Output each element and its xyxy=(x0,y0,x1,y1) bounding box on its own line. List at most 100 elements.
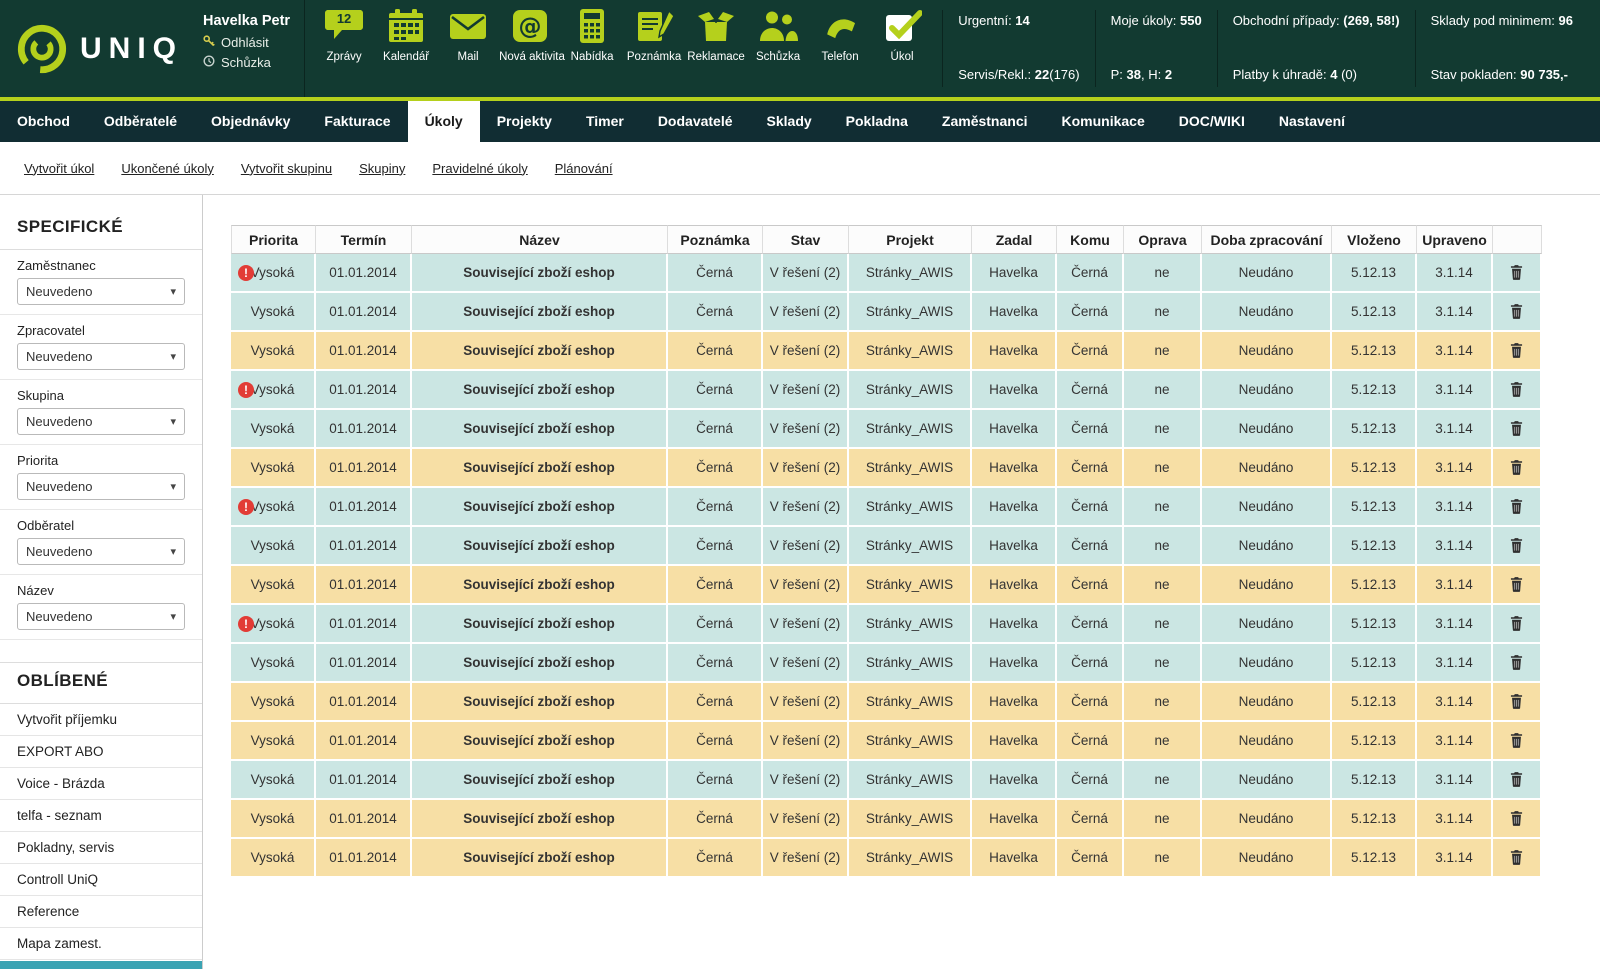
tab-odberatele[interactable]: Odběratelé xyxy=(87,101,194,142)
column-header-actions[interactable] xyxy=(1493,225,1542,254)
sidebar-partial-item[interactable] xyxy=(0,961,202,969)
subnav-link-ukoncene-ukoly[interactable]: Ukončené úkoly xyxy=(121,161,214,176)
toolbar-item-ukol[interactable]: Úkol xyxy=(871,9,933,63)
delete-row-button[interactable] xyxy=(1506,575,1527,594)
tab-ukoly[interactable]: Úkoly xyxy=(408,101,480,142)
table-row[interactable]: Vysoká01.01.2014Související zboží eshopČ… xyxy=(231,410,1542,449)
toolbar-item-telefon[interactable]: Telefon xyxy=(809,9,871,63)
table-row[interactable]: Vysoká01.01.2014Související zboží eshopČ… xyxy=(231,644,1542,683)
delete-row-button[interactable] xyxy=(1506,341,1527,360)
toolbar-item-schuzka[interactable]: Schůzka xyxy=(747,9,809,63)
delete-row-button[interactable] xyxy=(1506,653,1527,672)
filter-select-skupina[interactable]: Neuvedeno▾ xyxy=(17,408,185,435)
delete-row-button[interactable] xyxy=(1506,692,1527,711)
filter-select-nazev[interactable]: Neuvedeno▾ xyxy=(17,603,185,630)
tab-objednavky[interactable]: Objednávky xyxy=(194,101,307,142)
table-row[interactable]: Vysoká01.01.2014Související zboží eshopČ… xyxy=(231,293,1542,332)
column-header-doba[interactable]: Doba zpracování xyxy=(1202,225,1332,254)
column-header-komu[interactable]: Komu xyxy=(1057,225,1124,254)
tab-nastaveni[interactable]: Nastavení xyxy=(1262,101,1362,142)
sidebar-favorites: Vytvořit příjemkuEXPORT ABOVoice - Brázd… xyxy=(0,703,202,960)
delete-row-button[interactable] xyxy=(1506,263,1527,282)
table-row[interactable]: Vysoká01.01.2014Související zboží eshopČ… xyxy=(231,800,1542,839)
column-header-stav[interactable]: Stav xyxy=(763,225,849,254)
favorite-item-pokladny-servis[interactable]: Pokladny, servis xyxy=(0,832,202,864)
toolbar-item-nabidka[interactable]: Nabídka xyxy=(561,9,623,63)
delete-row-button[interactable] xyxy=(1506,809,1527,828)
app-logo[interactable]: UNIQ xyxy=(0,0,199,97)
delete-row-button[interactable] xyxy=(1506,614,1527,633)
favorite-item-voice-brazda[interactable]: Voice - Brázda xyxy=(0,768,202,800)
favorite-item-controll-uniq[interactable]: Controll UniQ xyxy=(0,864,202,896)
filter-select-odberatel[interactable]: Neuvedeno▾ xyxy=(17,538,185,565)
favorite-item-vytvorit-prijemku[interactable]: Vytvořit příjemku xyxy=(0,704,202,736)
delete-row-button[interactable] xyxy=(1506,731,1527,750)
table-row[interactable]: Vysoká01.01.2014Související zboží eshopČ… xyxy=(231,722,1542,761)
tab-projekty[interactable]: Projekty xyxy=(480,101,569,142)
subnav-link-pravidelne-ukoly[interactable]: Pravidelné úkoly xyxy=(432,161,527,176)
table-row[interactable]: Vysoká01.01.2014Související zboží eshopČ… xyxy=(231,683,1542,722)
delete-row-button[interactable] xyxy=(1506,536,1527,555)
filter-select-zpracovatel[interactable]: Neuvedeno▾ xyxy=(17,343,185,370)
logout-link[interactable]: Odhlásit xyxy=(203,35,290,50)
tab-timer[interactable]: Timer xyxy=(569,101,641,142)
toolbar-item-reklamace[interactable]: Reklamace xyxy=(685,9,747,63)
delete-row-button[interactable] xyxy=(1506,848,1527,867)
toolbar-item-poznamka[interactable]: Poznámka xyxy=(623,9,685,63)
tab-pokladna[interactable]: Pokladna xyxy=(829,101,925,142)
toolbar-item-nova-aktivita[interactable]: @Nová aktivita xyxy=(499,9,561,63)
subnav-link-vytvorit-skupinu[interactable]: Vytvořit skupinu xyxy=(241,161,332,176)
table-row[interactable]: !Vysoká01.01.2014Související zboží eshop… xyxy=(231,371,1542,410)
toolbar-item-kalendar[interactable]: Kalendář xyxy=(375,9,437,63)
column-header-upraveno[interactable]: Upraveno xyxy=(1417,225,1493,254)
delete-row-button[interactable] xyxy=(1506,497,1527,516)
filter-select-zamestnanec[interactable]: Neuvedeno▾ xyxy=(17,278,185,305)
table-row[interactable]: !Vysoká01.01.2014Související zboží eshop… xyxy=(231,605,1542,644)
table-row[interactable]: Vysoká01.01.2014Související zboží eshopČ… xyxy=(231,761,1542,800)
table-row[interactable]: Vysoká01.01.2014Související zboží eshopČ… xyxy=(231,527,1542,566)
cell-poznamka: Černá xyxy=(668,566,763,605)
table-row[interactable]: !Vysoká01.01.2014Související zboží eshop… xyxy=(231,488,1542,527)
table-row[interactable]: Vysoká01.01.2014Související zboží eshopČ… xyxy=(231,449,1542,488)
subnav-link-vytvorit-ukol[interactable]: Vytvořit úkol xyxy=(24,161,94,176)
table-row[interactable]: Vysoká01.01.2014Související zboží eshopČ… xyxy=(231,566,1542,605)
favorite-item-export-abo[interactable]: EXPORT ABO xyxy=(0,736,202,768)
column-header-termin[interactable]: Termín xyxy=(316,225,412,254)
trash-icon xyxy=(1510,541,1523,556)
column-header-priorita[interactable]: Priorita xyxy=(231,225,316,254)
tab-sklady[interactable]: Sklady xyxy=(750,101,829,142)
column-header-poznamka[interactable]: Poznámka xyxy=(668,225,763,254)
subnav-link-planovani[interactable]: Plánování xyxy=(555,161,613,176)
tab-zamestnanci[interactable]: Zaměstnanci xyxy=(925,101,1045,142)
column-header-nazev[interactable]: Název xyxy=(412,225,668,254)
tab-dodavatele[interactable]: Dodavatelé xyxy=(641,101,750,142)
table-row[interactable]: Vysoká01.01.2014Související zboží eshopČ… xyxy=(231,332,1542,371)
tab-komunikace[interactable]: Komunikace xyxy=(1045,101,1162,142)
subnav-link-skupiny[interactable]: Skupiny xyxy=(359,161,405,176)
cell-stav: V řešení (2) xyxy=(763,644,849,683)
delete-row-button[interactable] xyxy=(1506,458,1527,477)
favorite-item-telfa-seznam[interactable]: telfa - seznam xyxy=(0,800,202,832)
column-header-oprava[interactable]: Oprava xyxy=(1124,225,1202,254)
delete-row-button[interactable] xyxy=(1506,380,1527,399)
delete-row-button[interactable] xyxy=(1506,419,1527,438)
cell-stav: V řešení (2) xyxy=(763,722,849,761)
table-row[interactable]: Vysoká01.01.2014Související zboží eshopČ… xyxy=(231,839,1542,878)
delete-row-button[interactable] xyxy=(1506,770,1527,789)
toolbar-item-zpravy[interactable]: 12Zprávy xyxy=(313,9,375,63)
favorite-item-reference[interactable]: Reference xyxy=(0,896,202,928)
filter-select-priorita[interactable]: Neuvedeno▾ xyxy=(17,473,185,500)
tab-doc-wiki[interactable]: DOC/WIKI xyxy=(1162,101,1262,142)
tab-fakturace[interactable]: Fakturace xyxy=(307,101,407,142)
delete-row-button[interactable] xyxy=(1506,302,1527,321)
column-header-zadal[interactable]: Zadal xyxy=(972,225,1057,254)
favorite-item-mapa-zamest[interactable]: Mapa zamest. xyxy=(0,928,202,960)
tab-obchod[interactable]: Obchod xyxy=(0,101,87,142)
toolbar-item-mail[interactable]: Mail xyxy=(437,9,499,63)
cell-vlozeno: 5.12.13 xyxy=(1332,371,1417,410)
meeting-link[interactable]: Schůzka xyxy=(203,55,290,70)
table-row[interactable]: !Vysoká01.01.2014Související zboží eshop… xyxy=(231,254,1542,293)
column-header-vlozeno[interactable]: Vloženo xyxy=(1332,225,1417,254)
cell-actions xyxy=(1493,527,1542,566)
column-header-projekt[interactable]: Projekt xyxy=(849,225,972,254)
